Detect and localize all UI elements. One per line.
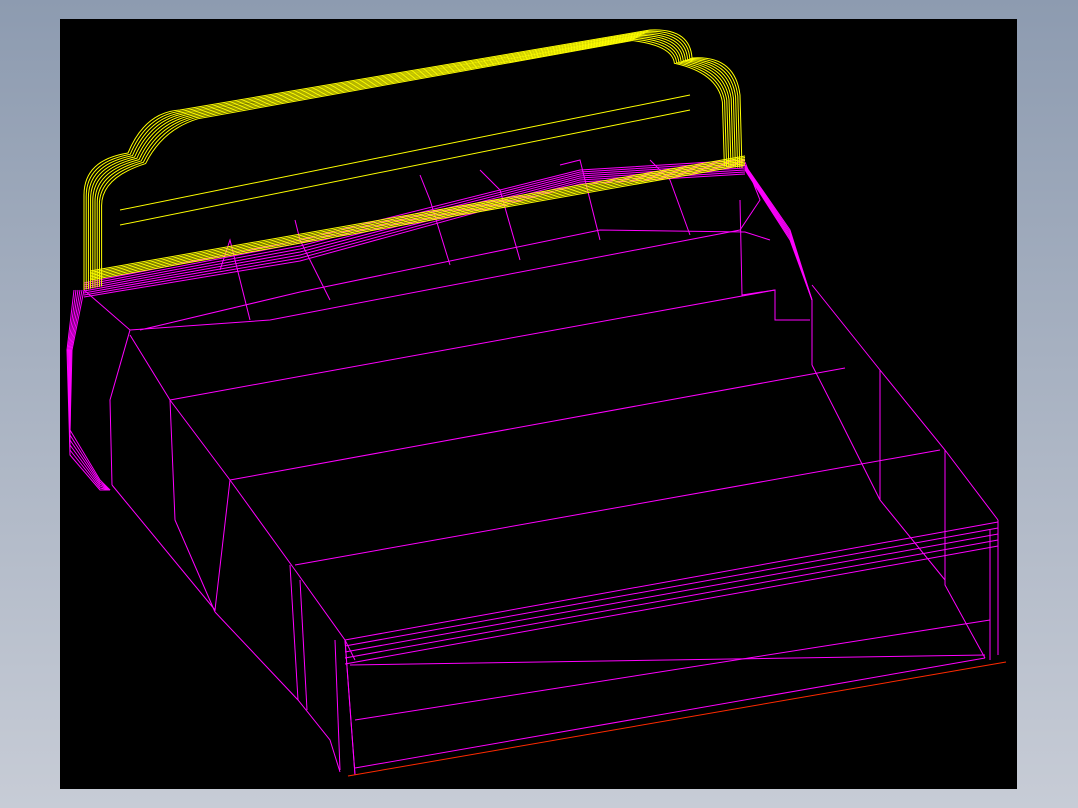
left-rail-post bbox=[299, 579, 308, 711]
headboard-wireframe bbox=[83, 29, 746, 290]
headboard-rail bbox=[89, 157, 746, 273]
footboard-line bbox=[354, 619, 991, 721]
left-rail-post bbox=[344, 639, 356, 776]
left-rail-panel bbox=[169, 399, 216, 613]
bed-wireframe-drawing bbox=[66, 29, 1007, 777]
right-arch bbox=[744, 168, 813, 357]
right-arch bbox=[744, 166, 813, 361]
footboard-top bbox=[344, 539, 999, 659]
cad-window bbox=[0, 0, 1078, 808]
footboard-top bbox=[344, 545, 999, 665]
roll-outline bbox=[139, 229, 771, 331]
headboard-rail bbox=[89, 161, 746, 278]
footboard-bottom bbox=[354, 657, 986, 769]
roll-cross-section bbox=[479, 169, 521, 261]
left-arch bbox=[69, 289, 111, 491]
left-rail-edge bbox=[129, 334, 356, 776]
roll-curve bbox=[83, 169, 746, 294]
model-viewport[interactable] bbox=[60, 19, 1017, 789]
right-rail-panel bbox=[879, 370, 946, 581]
headboard-rail bbox=[89, 160, 746, 276]
left-rail-post bbox=[334, 639, 341, 771]
left-arch-inner bbox=[109, 329, 131, 486]
headboard-panel-line bbox=[119, 109, 691, 226]
x-axis bbox=[347, 661, 1007, 777]
x-axis-line bbox=[347, 661, 1007, 777]
slat bbox=[294, 449, 941, 566]
headboard-rail bbox=[89, 163, 746, 279]
left-rail-panel bbox=[111, 479, 231, 612]
right-rail-panel bbox=[811, 364, 881, 501]
left-rail-post bbox=[289, 564, 299, 701]
slat bbox=[169, 289, 776, 401]
headboard-panel-line bbox=[119, 94, 691, 211]
headboard-outline bbox=[90, 33, 736, 289]
right-rail-edge bbox=[811, 284, 999, 521]
roll-curve bbox=[83, 173, 746, 298]
roll-outline bbox=[83, 161, 761, 331]
roll-curve bbox=[83, 165, 746, 290]
slat bbox=[229, 367, 846, 481]
headboard-rail bbox=[89, 158, 746, 275]
roll-curve bbox=[83, 171, 746, 296]
right-arch bbox=[744, 165, 813, 363]
headboard-outline bbox=[83, 29, 743, 290]
right-arch bbox=[744, 167, 813, 359]
right-arch bbox=[744, 169, 813, 355]
left-rail-bottom bbox=[214, 611, 341, 773]
right-arch bbox=[744, 164, 813, 365]
footboard-top bbox=[344, 527, 999, 647]
headboard-rail bbox=[89, 164, 746, 281]
headboard-rail bbox=[89, 155, 746, 272]
footboard-line bbox=[349, 654, 986, 666]
footboard-top bbox=[344, 521, 999, 641]
